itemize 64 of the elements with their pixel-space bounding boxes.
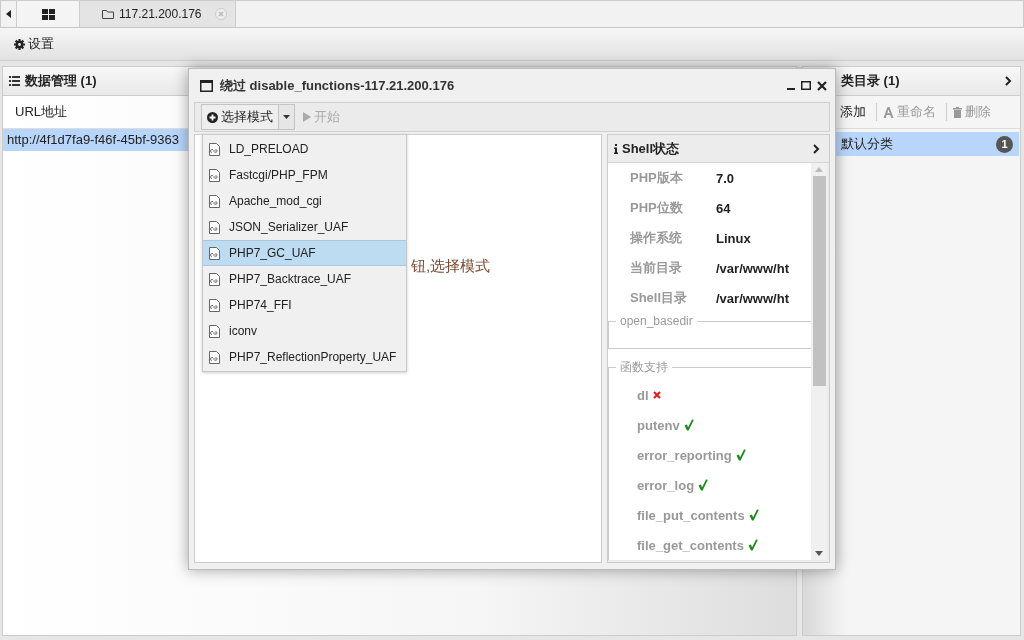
info-value: /var/www/ht [716, 290, 789, 306]
group-legend: 函数支持 [616, 360, 672, 374]
panel-title: 类目录 (1) [841, 72, 900, 90]
function-name: error_log [637, 477, 695, 493]
scrollbar[interactable] [811, 163, 827, 560]
count-badge: 1 [996, 135, 1013, 153]
file-icon [209, 246, 220, 260]
grid-icon [41, 8, 55, 20]
info-label: PHP版本 [629, 169, 684, 187]
panel-title: 数据管理 (1) [25, 72, 97, 90]
add-button[interactable]: 添加 [840, 103, 877, 121]
info-label: 操作系统 [629, 229, 683, 247]
folder-icon [102, 9, 114, 19]
chevron-right-icon[interactable] [813, 143, 820, 154]
info-value: Linux [716, 230, 751, 246]
panel-title: Shell状态 [622, 139, 681, 158]
file-icon [209, 220, 220, 234]
info-value: 7.0 [716, 170, 735, 186]
info-icon [614, 143, 618, 154]
file-icon [209, 298, 220, 312]
menu-item[interactable]: Fastcgi/PHP_FPM [203, 162, 406, 188]
file-icon [209, 272, 220, 286]
menu-item[interactable]: Apache_mod_cgi [203, 188, 406, 214]
window-icon [200, 79, 213, 92]
group-legend: open_basedir [616, 314, 697, 328]
play-icon [303, 112, 311, 123]
info-label: PHP位数 [629, 199, 684, 217]
info-value: 64 [716, 200, 731, 216]
menu-item[interactable]: PHP7_GC_UAF [203, 240, 406, 266]
select-mode-button[interactable]: 选择模式 [202, 105, 279, 130]
plus-circle-icon [207, 111, 218, 123]
tab[interactable]: 117.21.200.176 [80, 1, 236, 27]
menu-item[interactable]: LD_PRELOAD [203, 136, 406, 162]
close-icon[interactable] [817, 80, 827, 91]
file-icon [209, 324, 220, 338]
window-title: 绕过 disable_functions-117.21.200.176 [220, 76, 456, 95]
chevron-right-icon[interactable] [1005, 76, 1012, 86]
file-icon [209, 142, 220, 156]
menu-item[interactable]: PHP74_FFI [203, 292, 406, 318]
function-name: putenv [637, 417, 680, 433]
info-label: Shell目录 [629, 289, 689, 307]
settings-button[interactable]: 设置 [12, 33, 56, 55]
caret-down-icon [283, 115, 290, 120]
function-name: error_reporting [637, 447, 732, 463]
function-name: file_put_contents [637, 507, 745, 523]
file-icon [209, 350, 220, 364]
hint-text: 钮,选择模式 [411, 257, 491, 276]
maximize-icon[interactable] [801, 81, 811, 91]
menu-item[interactable]: iconv [203, 318, 406, 344]
font-icon [883, 106, 894, 118]
file-icon [209, 168, 220, 182]
menu-item[interactable]: JSON_Serializer_UAF [203, 214, 406, 240]
caret-left-icon [6, 10, 11, 18]
info-value: /var/www/ht [716, 260, 789, 276]
function-name: file_get_contents [637, 537, 744, 553]
function-name: dl [637, 387, 649, 403]
trash-icon [953, 106, 962, 118]
info-label: 当前目录 [629, 259, 683, 277]
gear-icon [14, 38, 25, 50]
menu-item[interactable]: PHP7_ReflectionProperty_UAF [203, 344, 406, 370]
scroll-down-icon[interactable] [815, 551, 823, 556]
file-icon [209, 194, 220, 208]
menu-item[interactable]: PHP7_Backtrace_UAF [203, 266, 406, 292]
list-icon [9, 76, 20, 86]
